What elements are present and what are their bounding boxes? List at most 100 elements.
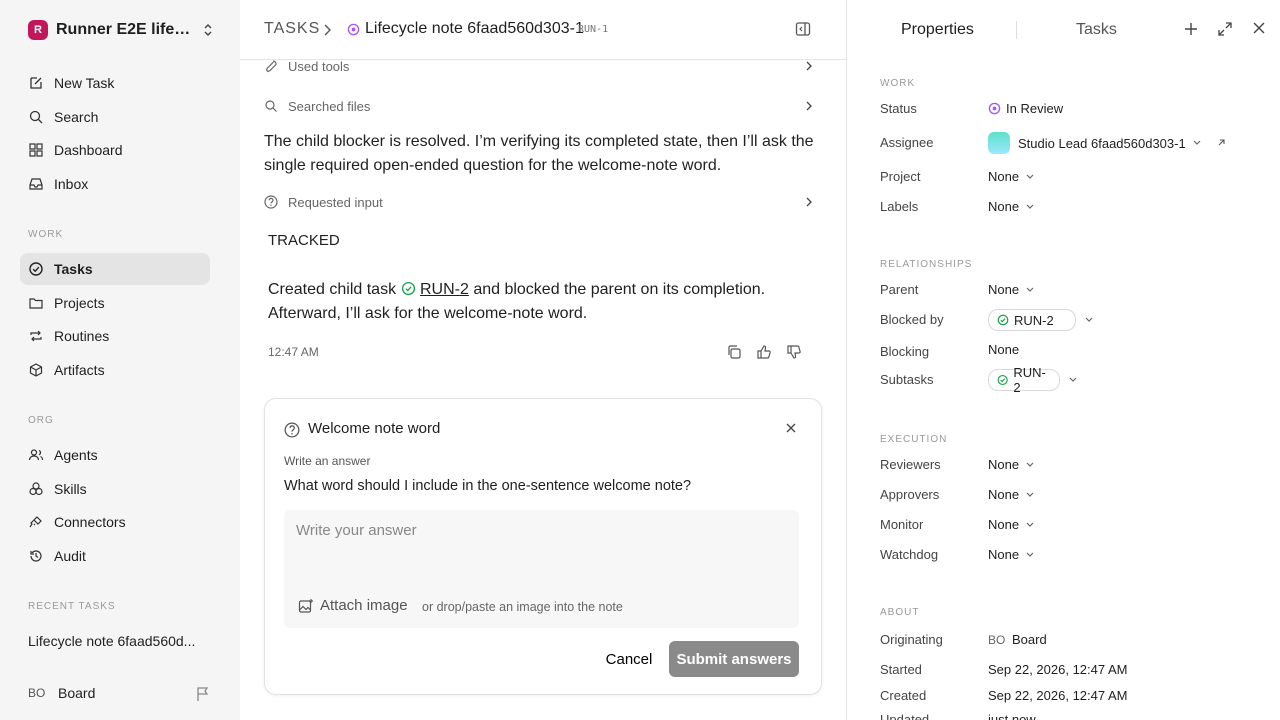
watchdog-label: Watchdog: [880, 547, 939, 562]
requested-input-row[interactable]: Requested input: [264, 190, 814, 214]
nav-routines[interactable]: Routines: [20, 320, 210, 352]
chevron-right-icon: [324, 24, 331, 36]
subtask-chip[interactable]: RUN-2: [988, 365, 1060, 395]
chevron-down-icon: [1026, 204, 1034, 209]
dashboard-icon: [29, 143, 43, 157]
open-external-icon[interactable]: [1216, 138, 1226, 148]
started-value: Sep 22, 2026, 12:47 AM: [988, 662, 1128, 677]
blocked-by-value[interactable]: RUN-2: [988, 309, 1094, 331]
assignee-value[interactable]: Studio Lead 6faad560d303-1: [988, 132, 1226, 154]
thumbs-up-icon[interactable]: [756, 344, 772, 360]
thumbs-down-icon[interactable]: [786, 344, 802, 360]
nav-label: Connectors: [54, 514, 126, 530]
nav-label: Skills: [54, 481, 87, 497]
blocking-text: None: [988, 342, 1020, 357]
panel-toggle-icon[interactable]: [795, 21, 811, 37]
drop-hint: or drop/paste an image into the note: [422, 600, 623, 614]
workspace-logo: R: [28, 20, 48, 40]
labels-value[interactable]: None: [988, 199, 1035, 214]
close-icon[interactable]: [786, 423, 796, 433]
workspace-switcher[interactable]: R Runner E2E lifecy...: [28, 18, 218, 42]
assignee-label: Assignee: [880, 135, 934, 150]
tab-properties[interactable]: Properties: [901, 21, 974, 39]
expand-icon[interactable]: [1217, 21, 1233, 37]
nav-label: Artifacts: [54, 362, 105, 378]
updated-label: Updated: [880, 712, 930, 720]
status-value[interactable]: In Review: [988, 101, 1063, 116]
page-title: Lifecycle note 6faad560d303-1: [365, 20, 584, 37]
watchdog-text: None: [988, 547, 1020, 562]
project-value[interactable]: None: [988, 169, 1035, 184]
project-label: Project: [880, 169, 921, 184]
check-circle-icon: [997, 374, 1008, 386]
breadcrumb-root[interactable]: TASKS: [264, 20, 320, 38]
searched-files-row[interactable]: Searched files: [264, 94, 814, 118]
created-text-after: and blocked the parent on its completion…: [473, 281, 766, 298]
tab-tasks[interactable]: Tasks: [1076, 21, 1117, 39]
nav-artifacts[interactable]: Artifacts: [20, 354, 210, 386]
chevron-down-icon: [1026, 287, 1034, 292]
nav-audit[interactable]: Audit: [20, 540, 210, 572]
check-circle-icon: [401, 281, 415, 296]
history-icon: [30, 550, 42, 562]
chevron-right-icon: [806, 101, 812, 111]
blocking-value: None: [988, 342, 1019, 357]
message-actions: [726, 344, 802, 360]
inbox-icon: [29, 178, 43, 190]
subtasks-value[interactable]: RUN-2: [988, 365, 1078, 395]
section-label-org: ORG: [28, 415, 54, 426]
copy-icon[interactable]: [726, 344, 742, 360]
recent-task-item[interactable]: Lifecycle note 6faad560d...: [28, 633, 208, 649]
chevron-right-icon: [806, 61, 812, 71]
nav-label: Routines: [54, 328, 110, 344]
nav-tasks[interactable]: Tasks: [20, 253, 210, 285]
chevron-right-icon: [806, 197, 812, 207]
check-circle-icon: [29, 262, 43, 276]
submit-answers-button[interactable]: Submit answers: [669, 641, 799, 677]
close-icon[interactable]: [1252, 21, 1266, 35]
reviewers-value[interactable]: None: [988, 457, 1035, 472]
chevron-down-icon: [1193, 140, 1201, 145]
chevron-down-icon: [1026, 552, 1034, 557]
nav-projects[interactable]: Projects: [20, 287, 210, 319]
attach-image-button[interactable]: Attach image: [298, 597, 408, 614]
search-icon: [29, 110, 43, 124]
labels-text: None: [988, 199, 1020, 214]
plus-icon[interactable]: [1183, 21, 1199, 37]
blocked-by-text: RUN-2: [1014, 312, 1054, 328]
nav-dashboard[interactable]: Dashboard: [20, 134, 210, 166]
cancel-button[interactable]: Cancel: [593, 641, 665, 677]
check-circle-icon: [997, 314, 1009, 326]
reviewers-label: Reviewers: [880, 457, 941, 472]
blocking-label: Blocking: [880, 344, 930, 359]
created-value: Sep 22, 2026, 12:47 AM: [988, 688, 1128, 703]
blocked-by-chip[interactable]: RUN-2: [988, 309, 1076, 331]
status-label: Status: [880, 101, 917, 116]
nav-inbox[interactable]: Inbox: [20, 168, 210, 200]
nav-search[interactable]: Search: [20, 101, 210, 133]
answer-input[interactable]: [296, 518, 786, 542]
question-circle-icon: [264, 195, 278, 209]
project-text: None: [988, 169, 1020, 184]
section-about: ABOUT: [880, 607, 920, 618]
created-label: Created: [880, 688, 927, 703]
sidebar: R Runner E2E lifecy... New Task Search D…: [0, 0, 240, 720]
nav-skills[interactable]: Skills: [20, 473, 210, 505]
assistant-message: The child blocker is resolved. I’m verif…: [264, 133, 814, 174]
created-text-line2: Afterward, I’ll ask for the welcome-note…: [268, 305, 588, 322]
status-text: In Review: [1006, 101, 1064, 116]
user-menu[interactable]: BO Board: [28, 683, 95, 703]
nav-new-task[interactable]: New Task: [20, 67, 210, 99]
question-text: What word should I include in the one-se…: [284, 478, 692, 494]
flag-icon[interactable]: [196, 686, 210, 702]
used-tools-row[interactable]: Used tools: [264, 54, 814, 78]
nav-agents[interactable]: Agents: [20, 439, 210, 471]
monitor-value[interactable]: None: [988, 517, 1035, 532]
nav-connectors[interactable]: Connectors: [20, 506, 210, 538]
watchdog-value[interactable]: None: [988, 547, 1035, 562]
parent-value[interactable]: None: [988, 282, 1035, 297]
properties-panel: Properties Tasks WORK Status In Review A…: [846, 0, 1280, 720]
approvers-value[interactable]: None: [988, 487, 1035, 502]
run-2-link[interactable]: RUN-2: [420, 281, 469, 298]
agent-avatar: [988, 132, 1010, 154]
